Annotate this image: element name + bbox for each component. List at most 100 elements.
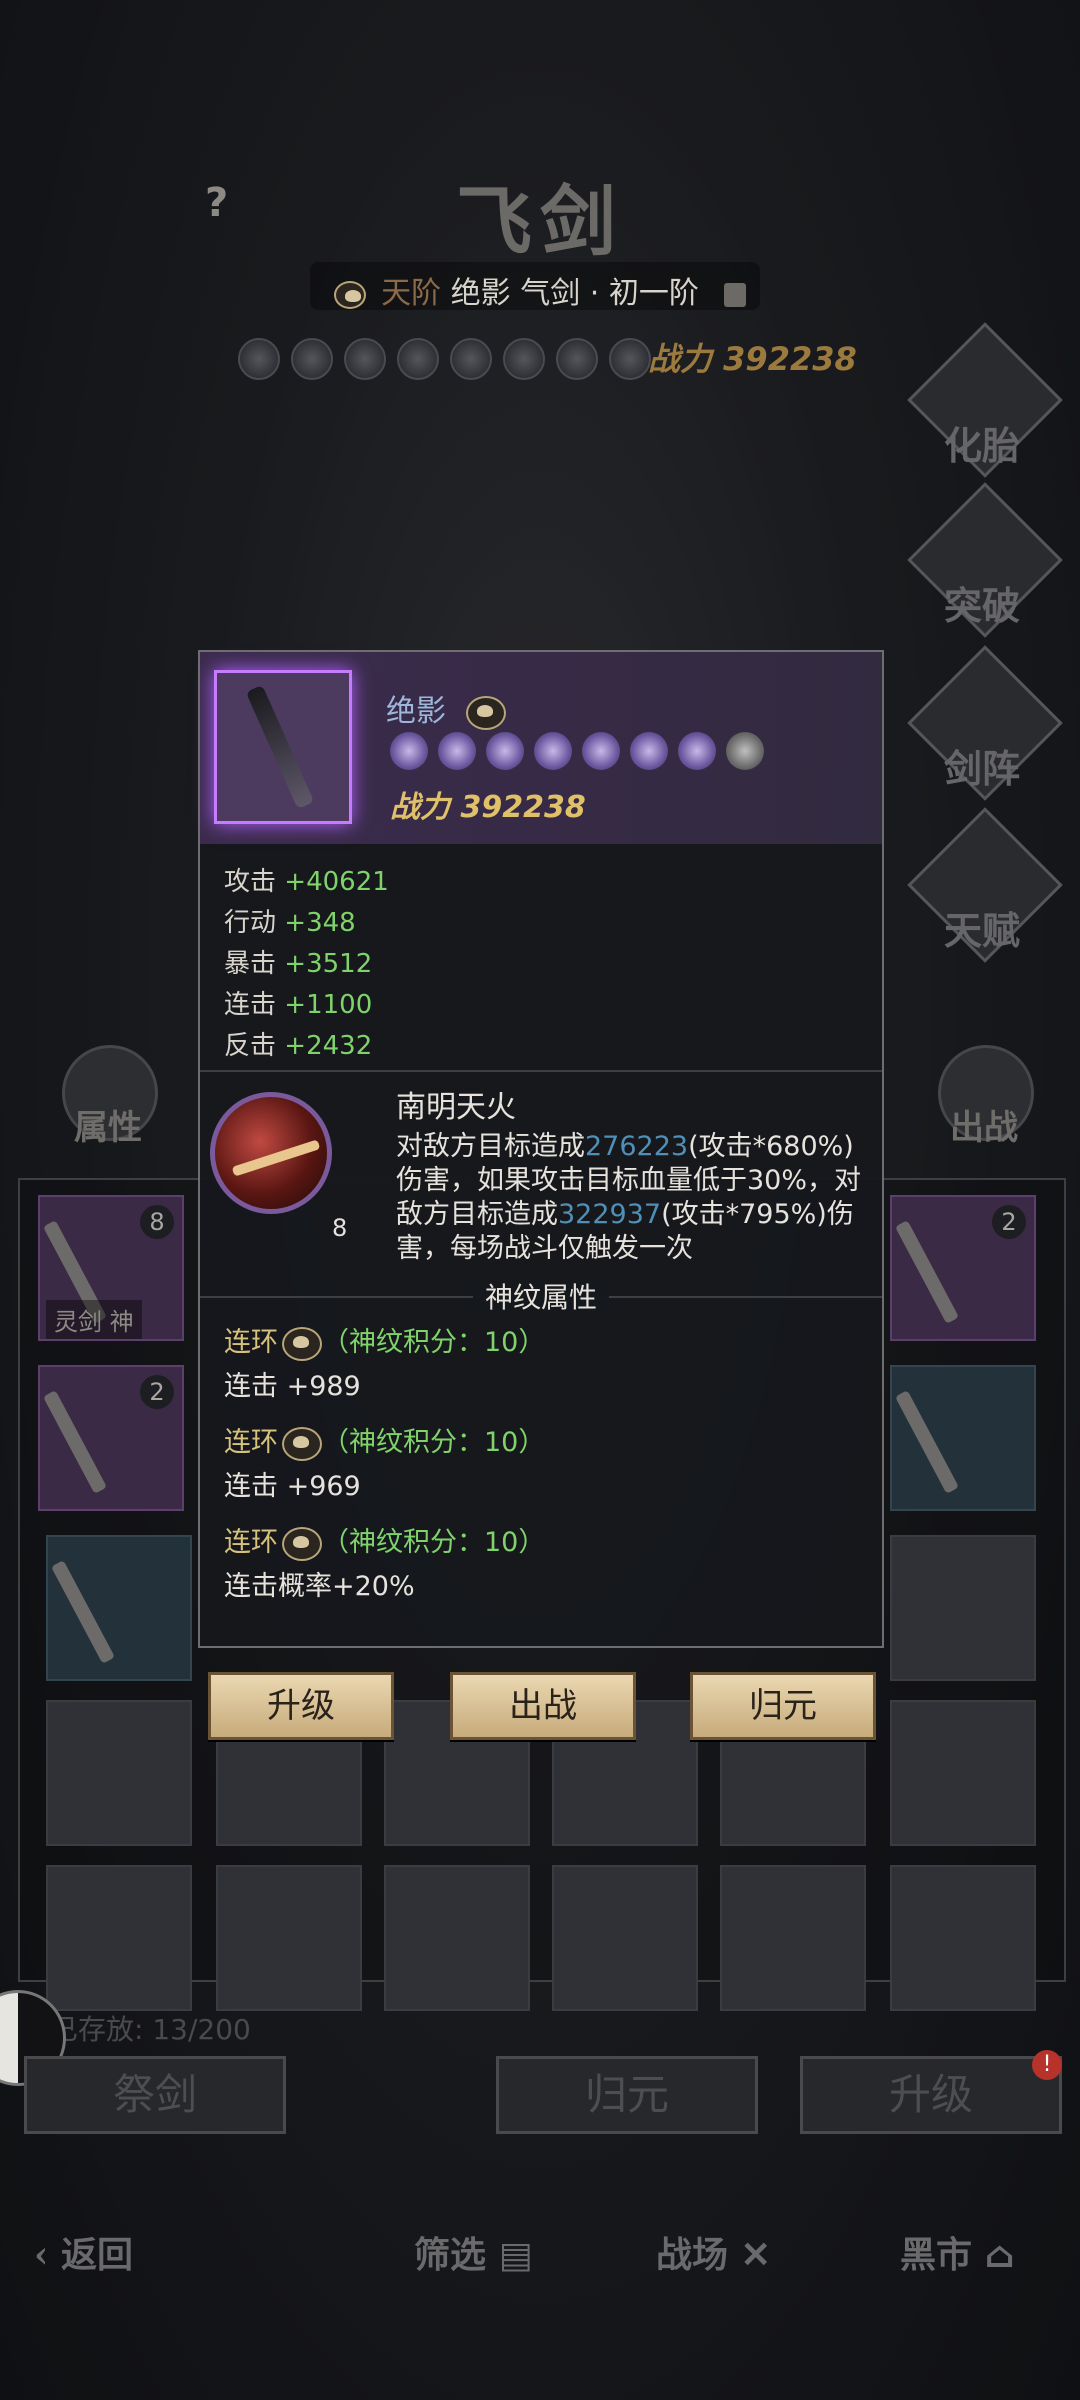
star-icon [450,338,492,380]
rune-section-header: 神纹属性 [200,1276,882,1316]
nav-filter[interactable]: 筛选 ▤ [414,2226,533,2278]
star-icon [630,732,668,770]
inventory-slot[interactable] [384,1865,530,2011]
popup-power-label: 战力 [390,790,450,825]
skill-description: 对敌方目标造成276223(攻击*680%)伤害，如果攻击目标血量低于30%，对… [396,1130,866,1266]
filter-icon: ▤ [498,2234,533,2276]
rank-icon [333,280,366,309]
star-icon [503,338,545,380]
stat-row: 暴击 +3512 [224,944,389,985]
star-icon [556,338,598,380]
inventory-slot[interactable] [890,1535,1036,1681]
rune-effect-row: 连击 +969 [224,1464,361,1503]
star-row [238,338,651,380]
popup-star-row [390,732,764,770]
upgrade-button[interactable]: 升级 [800,2056,1062,2134]
tag-label: 灵剑 [54,1308,102,1336]
inventory-slot[interactable] [890,1865,1036,2011]
popup-upgrade-button[interactable]: 升级 [208,1672,394,1740]
inventory-slot[interactable] [216,1865,362,2011]
star-icon [726,732,764,770]
rune-effect-row: 连击 +989 [224,1364,361,1403]
page-title: 飞剑 [456,177,624,266]
storage-count: 已存放: 13/200 [50,2008,251,2048]
star-icon [438,732,476,770]
inventory-slot[interactable] [46,1535,192,1681]
sword-thumbnail [50,1560,116,1664]
battle-label: 战场 [656,2234,729,2276]
attributes-label: 属性 [74,1108,142,1148]
skill-desc-part: 对敌方目标造成 [396,1131,585,1162]
black-market-label: 黑市 [900,2234,973,2276]
skill-icon [210,1092,332,1214]
skill-damage-value: 276223 [585,1131,689,1162]
inventory-slot[interactable]: 2 [890,1195,1036,1341]
back-label: 返回 [60,2234,133,2276]
star-icon [534,732,572,770]
stat-row: 行动 +348 [224,903,389,944]
slot-count: 2 [992,1205,1026,1239]
sword-detail-popup: 绝影 战力 392238 攻击 +40621 行动 +348 暴击 +3512 … [198,650,884,1648]
stat-value: +348 [284,908,356,938]
stat-row: 反击 +2432 [224,1026,389,1067]
stat-label: 暴击 [224,949,277,979]
rune-score: （神纹积分：10） [322,1327,546,1358]
rune-title-row: 连环 （神纹积分：10） [224,1420,545,1461]
rune-title: 连环 [224,1427,278,1458]
rune-effect: 连击概率+20% [224,1571,415,1602]
stat-row: 攻击 +40621 [224,862,389,903]
lock-icon[interactable] [724,282,747,307]
inventory-slot[interactable] [890,1700,1036,1846]
nav-black-market[interactable]: 黑市 ⌂ [900,2226,1015,2278]
inventory-slot[interactable] [890,1365,1036,1511]
popup-return-button[interactable]: 归元 [690,1672,876,1740]
rune-icon [282,1526,322,1561]
flame-blade-icon [231,1139,321,1177]
sword-thumbnail [894,1390,960,1494]
sacrifice-button[interactable]: 祭剑 [24,2056,286,2134]
stat-label: 行动 [224,908,277,938]
filter-label: 筛选 [414,2234,487,2276]
inventory-slot[interactable] [46,1865,192,2011]
star-icon [238,338,280,380]
skill-name: 南明天火 [396,1090,516,1125]
stat-value: +2432 [284,1031,373,1061]
popup-sword-name: 绝影 [386,686,506,730]
star-icon [390,732,428,770]
nav-battle[interactable]: 战场 ✕ [656,2226,771,2278]
inventory-slot[interactable] [720,1865,866,2011]
stat-label: 反击 [224,1031,277,1061]
tier-label: 天阶 [381,276,442,311]
sword-thumbnail [894,1220,960,1324]
rune-title: 连环 [224,1327,278,1358]
sword-name: 绝影 [450,276,511,311]
popup-power: 战力 392238 [390,782,586,826]
inventory-slot[interactable] [552,1865,698,2011]
sword-portrait [214,670,352,824]
slot-count: 8 [140,1205,174,1239]
divider [200,1070,882,1072]
stat-label: 攻击 [224,867,277,897]
star-icon [486,732,524,770]
inventory-slot[interactable]: 2 [38,1365,184,1511]
rune-title: 连环 [224,1527,278,1558]
inventory-slot[interactable] [46,1700,192,1846]
rune-score: （神纹积分：10） [322,1427,546,1458]
sword-image [245,684,315,810]
return-button[interactable]: 归元 [496,2056,758,2134]
rank-icon [465,695,506,730]
sword-type: 气剑 [520,276,581,311]
rune-effect-row: 连击概率+20% [224,1564,415,1603]
back-arrow-icon: ‹ [34,2234,49,2276]
slot-count: 2 [140,1375,174,1409]
star-icon [344,338,386,380]
popup-deploy-button[interactable]: 出战 [450,1672,636,1740]
stage-label: · 初一阶 [589,276,699,311]
stat-row: 连击 +1100 [224,985,389,1026]
popup-power-value: 392238 [460,790,586,825]
storage-value: 13/200 [152,2013,251,2046]
stat-value: +1100 [284,990,373,1020]
notification-badge: ! [1032,2050,1062,2080]
star-icon [582,732,620,770]
nav-back[interactable]: ‹ 返回 [34,2226,133,2278]
